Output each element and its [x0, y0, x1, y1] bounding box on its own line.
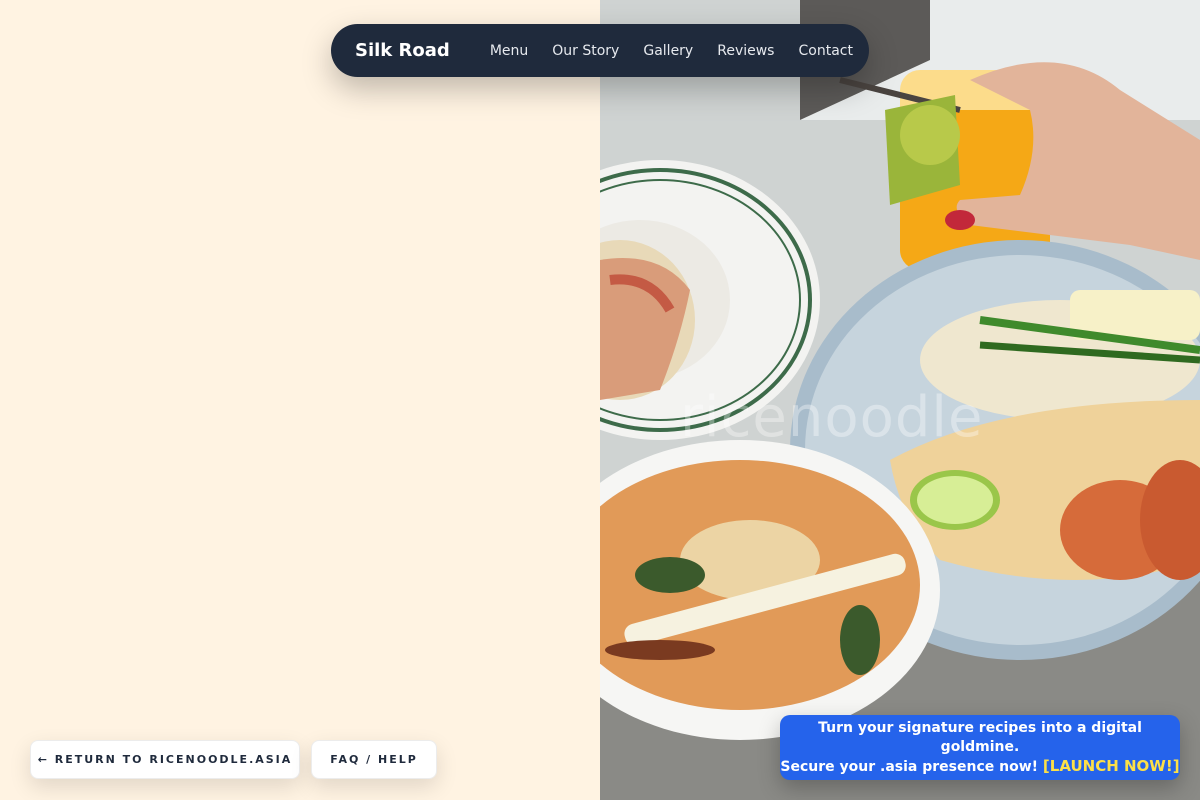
promo-line-2-text: Secure your .asia presence now! [780, 758, 1039, 775]
left-pane [0, 0, 600, 800]
promo-line-1: Turn your signature recipes into a digit… [818, 719, 1142, 755]
faq-help-label: FAQ / HELP [330, 753, 418, 766]
nav-link-our-story[interactable]: Our Story [552, 43, 619, 59]
navbar: Silk Road Menu Our Story Gallery Reviews… [331, 24, 869, 77]
faq-help-button[interactable]: FAQ / HELP [311, 740, 437, 779]
food-photo-illustration [600, 0, 1200, 800]
nav-link-gallery[interactable]: Gallery [643, 43, 693, 59]
nav-links: Menu Our Story Gallery Reviews Contact [490, 43, 853, 59]
promo-banner[interactable]: Turn your signature recipes into a digit… [780, 715, 1180, 780]
food-photo [600, 0, 1200, 800]
nav-link-menu[interactable]: Menu [490, 43, 528, 59]
nav-link-reviews[interactable]: Reviews [717, 43, 774, 59]
brand-logo[interactable]: Silk Road [355, 40, 450, 61]
promo-line-2: Secure your .asia presence now! [LAUNCH … [780, 757, 1180, 777]
nav-link-contact[interactable]: Contact [798, 43, 852, 59]
return-button-label: ← RETURN TO RICENOODLE.ASIA [37, 753, 293, 766]
return-button[interactable]: ← RETURN TO RICENOODLE.ASIA [30, 740, 300, 779]
launch-now-link[interactable]: [LAUNCH NOW!] [1043, 757, 1180, 775]
